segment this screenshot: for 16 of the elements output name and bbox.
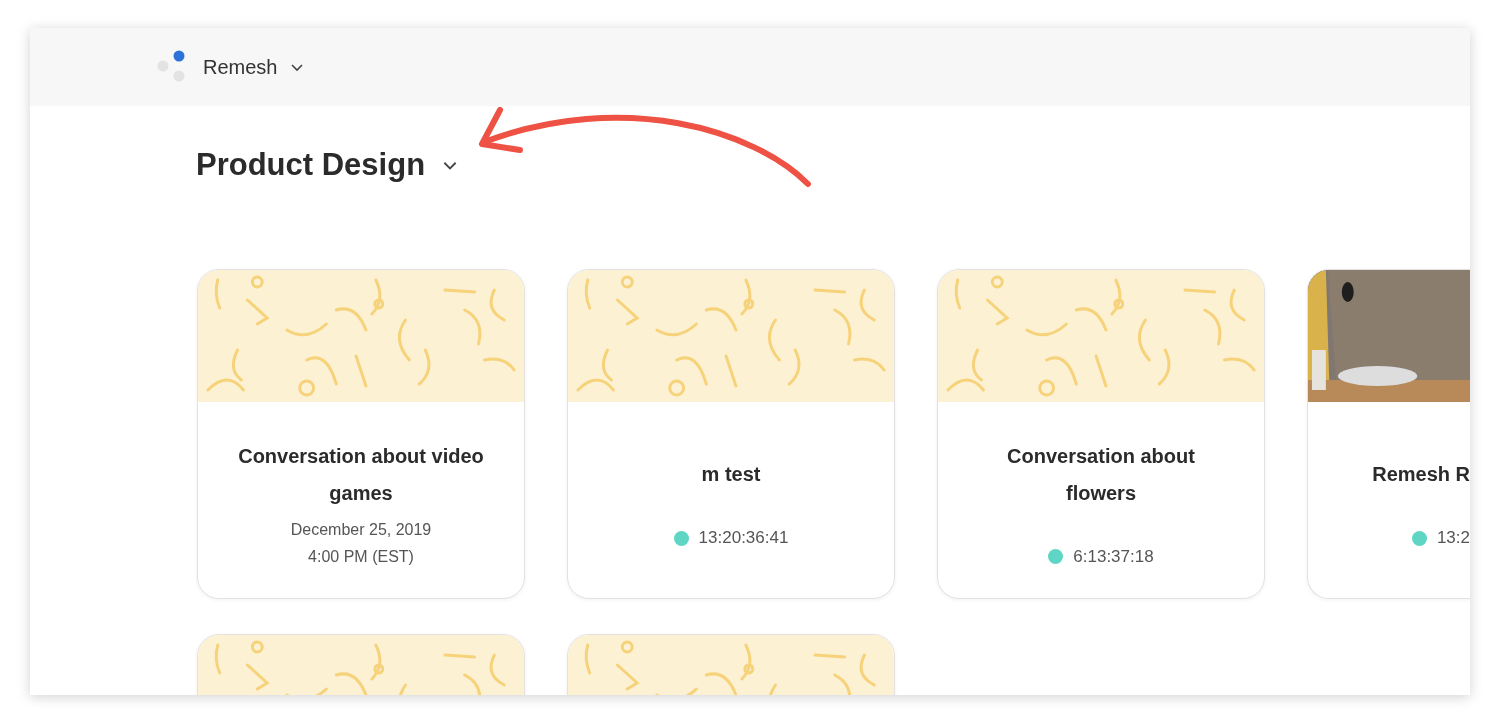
card-title: Remesh R [1372,462,1470,488]
card-title: Conversation about video games [237,443,485,506]
countdown-timer: 6:13:37:18 [1073,545,1154,568]
countdown-timer: 13:20:36:41 [698,527,789,550]
logo-icon [156,50,186,84]
countdown-timer: 13:2 [1436,527,1470,550]
event-time: 4:00 PM (EST) [308,546,414,567]
card-title: m test [701,462,761,488]
event-card[interactable]: m test 13:20:36:41 [567,268,895,599]
event-card[interactable]: Conversation about video games December 25, 2019 4:00 PM (EST) [197,268,525,599]
project-dropdown[interactable]: Product Design [196,142,460,189]
event-card[interactable]: Remesh R 13:2 [1307,268,1470,599]
workspace-dropdown[interactable]: Remesh [203,52,306,82]
event-date: December 25, 2019 [290,519,432,540]
event-card[interactable]: Conversation about flowers 6:13:37:18 [937,268,1265,599]
card-title: Conversation about flowers [1006,443,1196,506]
